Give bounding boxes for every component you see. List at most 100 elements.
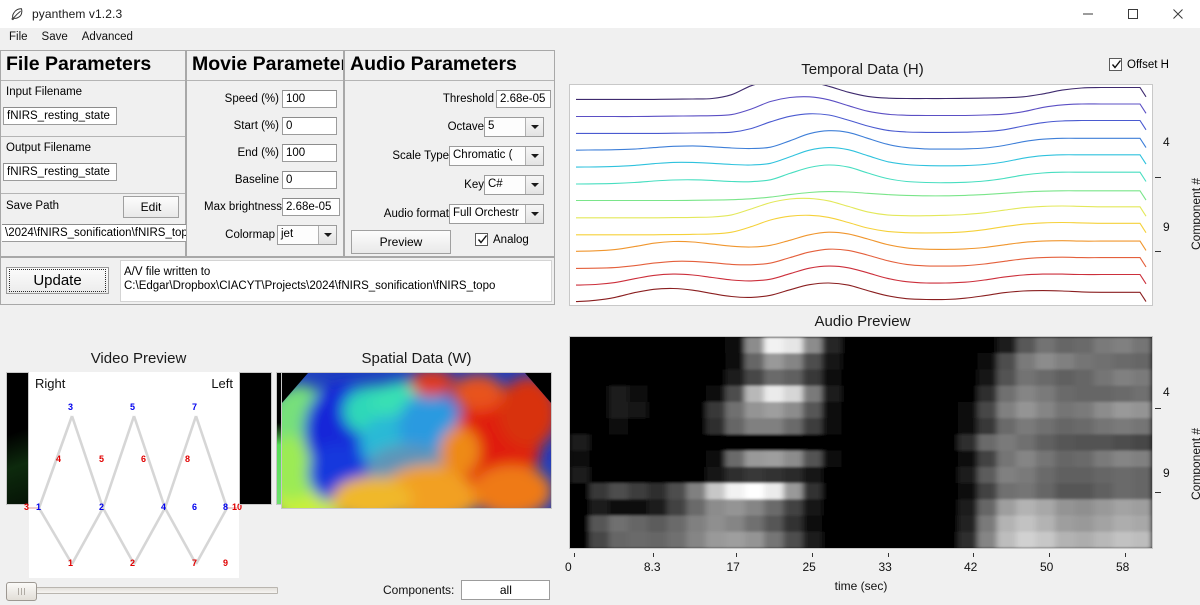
heatmap-cell (628, 353, 649, 371)
heatmap-cell (880, 353, 901, 371)
heatmap-cell (1093, 450, 1114, 468)
menu-item-save[interactable]: Save (35, 30, 75, 45)
heatmap-cell (996, 369, 1017, 387)
heatmap-cell (1113, 401, 1134, 419)
heatmap-cell (1093, 418, 1114, 435)
heatmap-cell (1055, 385, 1075, 403)
heatmap-cell (1132, 466, 1152, 484)
input-filename-field[interactable]: fNIRS_resting_state (3, 107, 117, 125)
audio-format-dropdown[interactable]: Full Orchestr (449, 203, 544, 224)
output-filename-field[interactable]: fNIRS_resting_state (3, 163, 117, 181)
close-icon[interactable] (1155, 0, 1200, 28)
end-field[interactable]: 100 (282, 143, 337, 162)
key-dropdown[interactable]: C# (484, 174, 544, 195)
heatmap-cell (802, 450, 823, 468)
heatmap-cell (628, 483, 649, 500)
offset-h-checkbox-group[interactable]: Offset H (1109, 58, 1169, 71)
colormap-dropdown[interactable]: jet (277, 224, 337, 245)
baseline-label: Baseline (234, 173, 279, 186)
audio-tickmark-4 (1155, 408, 1161, 409)
temporal-ytick-4: 4 (1163, 135, 1170, 150)
menu-item-file[interactable]: File (2, 30, 35, 45)
temporal-yaxis-label: Component # (1189, 178, 1200, 250)
heatmap-cell (1113, 531, 1134, 548)
temporal-data-plot[interactable] (569, 84, 1153, 306)
heatmap-cell (1074, 531, 1095, 548)
heatmap-cell (841, 515, 862, 533)
audio-xtick-label: 0 (565, 560, 572, 574)
edit-save-path-button[interactable]: Edit (123, 196, 179, 218)
heatmap-cell (1093, 483, 1114, 500)
preview-button[interactable]: Preview (351, 230, 451, 254)
save-path-field[interactable]: \2024\fNIRS_sonification\fNIRS_topo (2, 224, 186, 242)
heatmap-cell (958, 434, 978, 452)
menu-item-advanced[interactable]: Advanced (75, 30, 140, 45)
window-controls (1065, 0, 1200, 28)
heatmap-cell (1055, 515, 1075, 533)
speed-field[interactable]: 100 (282, 90, 337, 108)
audio-preview-heatmap[interactable] (569, 336, 1153, 549)
checkbox-checked-icon[interactable] (1109, 58, 1122, 71)
temporal-trace (575, 282, 1147, 303)
components-selector[interactable]: Components: all (383, 580, 551, 600)
heatmap-cell (899, 450, 920, 468)
analog-checkbox-group[interactable]: Analog (475, 233, 529, 246)
heatmap-cell (764, 466, 784, 484)
detector-node-1: 1 (68, 558, 74, 568)
update-button[interactable]: Update (6, 267, 109, 294)
video-preview-canvas[interactable]: 3 5 7 1 2 4 6 8 4 5 6 8 3 10 1 2 7 9 Rig… (6, 372, 284, 578)
source-node-1: 1 (36, 502, 42, 512)
max-brightness-field[interactable]: 2.68e-05 (282, 197, 340, 216)
heatmap-cell (977, 434, 998, 452)
heatmap-cell (570, 369, 590, 387)
heatmap-cell (783, 499, 804, 517)
detector-node-9: 9 (223, 558, 229, 568)
heatmap-cell (938, 337, 959, 354)
heatmap-cell (725, 353, 746, 371)
heatmap-cell (996, 353, 1017, 371)
heatmap-cell (570, 385, 590, 403)
action-bar: Update A/V file written to C:\Edgar\Drop… (0, 257, 555, 305)
start-field[interactable]: 0 (282, 116, 337, 135)
heatmap-cell (1016, 515, 1037, 533)
heatmap-cell (589, 353, 610, 371)
temporal-trace (576, 190, 1147, 202)
heatmap-cell (608, 369, 629, 387)
heatmap-cell (841, 353, 862, 371)
heatmap-cell (899, 418, 920, 435)
heatmap-cell (958, 401, 978, 419)
spatial-data-image[interactable] (281, 372, 552, 509)
heatmap-cell (1055, 401, 1075, 419)
video-timeline-thumb[interactable] (6, 582, 37, 601)
components-label: Components: (383, 583, 455, 597)
heatmap-cell (686, 385, 707, 403)
baseline-field[interactable]: 0 (282, 170, 337, 189)
octave-dropdown[interactable]: 5 (484, 116, 544, 137)
heatmap-cell (861, 515, 881, 533)
heatmap-cell (899, 515, 920, 533)
heatmap-cell (802, 369, 823, 387)
threshold-field[interactable]: 2.68e-05 (496, 89, 551, 108)
heatmap-cell (977, 483, 998, 500)
heatmap-cell (1113, 483, 1134, 500)
source-node-4: 4 (161, 502, 167, 512)
heatmap-cell (783, 434, 804, 452)
heatmap-cell (822, 515, 843, 533)
heatmap-cell (977, 515, 998, 533)
heatmap-cell (686, 531, 707, 548)
video-timeline-slider[interactable] (8, 587, 278, 594)
heatmap-cell (1016, 353, 1037, 371)
heatmap-cell (1035, 418, 1056, 435)
chevron-down-icon (318, 225, 336, 244)
offset-h-label: Offset H (1127, 58, 1169, 71)
maximize-icon[interactable] (1110, 0, 1155, 28)
checkbox-checked-icon[interactable] (475, 233, 488, 246)
scale-type-dropdown[interactable]: Chromatic ( (449, 145, 544, 166)
heatmap-cell (783, 369, 804, 387)
audio-parameters-panel: Audio Parameters Threshold 2.68e-05 Octa… (344, 50, 555, 257)
components-value-field[interactable]: all (461, 580, 551, 600)
heatmap-cell (1113, 515, 1134, 533)
heatmap-cell (861, 418, 881, 435)
minimize-icon[interactable] (1065, 0, 1110, 28)
heatmap-cell (1055, 466, 1075, 484)
